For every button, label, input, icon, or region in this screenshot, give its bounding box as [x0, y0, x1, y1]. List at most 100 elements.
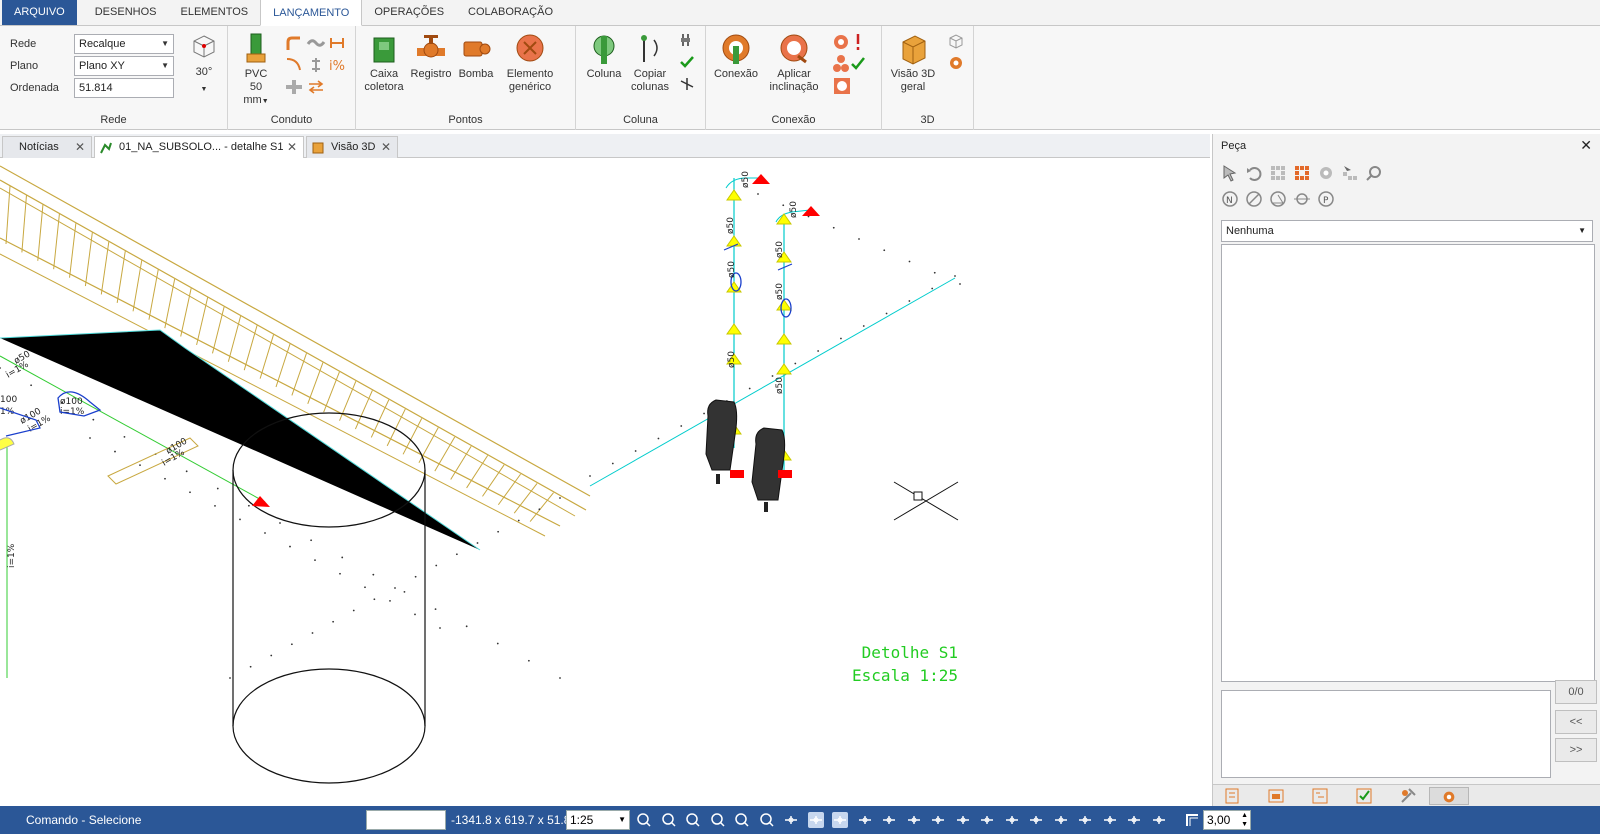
zoom-in-icon[interactable]: [685, 812, 701, 828]
pipe-split-icon[interactable]: [328, 34, 348, 52]
zoom-piece-icon[interactable]: [1365, 164, 1383, 182]
next-button[interactable]: >>: [1555, 738, 1597, 762]
connect-n-icon[interactable]: N: [1221, 190, 1239, 208]
snap-extend-icon[interactable]: [1126, 812, 1142, 828]
connect-off-icon[interactable]: [1245, 190, 1263, 208]
visao-3d-geral-button[interactable]: Visão 3D geral: [888, 32, 938, 94]
zoom-extents-icon[interactable]: [661, 812, 677, 828]
doc-tab-detalhe[interactable]: 01_NA_SUBSOLO... - detalhe S1 ✕: [94, 136, 304, 158]
bomba-button[interactable]: Bomba: [456, 32, 496, 81]
swap-direction-icon[interactable]: [306, 78, 326, 96]
tab-lancamento[interactable]: LANÇAMENTO: [260, 0, 363, 26]
snap-end-icon[interactable]: [979, 812, 995, 828]
snap-node-icon[interactable]: [1151, 812, 1167, 828]
tab-elementos[interactable]: ELEMENTOS: [168, 0, 260, 25]
bomba-label: Bomba: [458, 68, 494, 80]
snap-midpoint-icon[interactable]: [955, 812, 971, 828]
plano-select[interactable]: Plano XY ▼: [74, 56, 174, 76]
elemento-generico-button[interactable]: Elemento genérico: [502, 32, 558, 94]
wireframe-cube-icon[interactable]: [946, 32, 966, 50]
connect-p-icon[interactable]: P: [1317, 190, 1335, 208]
zoom-all-icon[interactable]: [759, 812, 775, 828]
doc-tab-visao-3d[interactable]: Visão 3D ✕: [306, 136, 398, 158]
line-width-input[interactable]: 3,00 ▲ ▼: [1203, 810, 1251, 830]
snap-magnet-icon[interactable]: [832, 812, 848, 828]
piece-list[interactable]: [1221, 244, 1595, 682]
guide-dot: [496, 642, 499, 645]
snap-vertical-icon[interactable]: [1004, 812, 1020, 828]
pipe-flex-icon[interactable]: [306, 34, 326, 52]
zoom-previous-icon[interactable]: [734, 812, 750, 828]
piece-description[interactable]: [1221, 690, 1551, 778]
connect-angle-icon[interactable]: [1269, 190, 1287, 208]
grid-dots-icon[interactable]: [1269, 164, 1287, 182]
piece-select[interactable]: Nenhuma ▼: [1221, 220, 1593, 242]
pipe-curve-icon[interactable]: [284, 34, 304, 52]
snap-tangent-icon[interactable]: [1053, 812, 1069, 828]
prev-button[interactable]: <<: [1555, 710, 1597, 734]
snap-parallel-icon[interactable]: [1102, 812, 1118, 828]
tools-icon[interactable]: [1399, 787, 1417, 805]
angle-button[interactable]: 30° ▼: [186, 32, 222, 96]
pvc-button[interactable]: PVC 50 mm▼: [236, 32, 276, 108]
connection-check-icon[interactable]: [832, 54, 868, 74]
command-input[interactable]: [366, 810, 446, 830]
pipe-vertical-icon[interactable]: [306, 56, 326, 74]
piece-tab-active[interactable]: [1429, 787, 1469, 805]
snap-intersect-icon[interactable]: [1077, 812, 1093, 828]
tree-icon[interactable]: [1223, 787, 1241, 805]
ordenada-input[interactable]: 51.814: [74, 78, 174, 98]
pan-icon[interactable]: [783, 812, 799, 828]
close-icon[interactable]: ✕: [381, 137, 391, 157]
settings-gear-icon[interactable]: [946, 54, 966, 72]
close-icon[interactable]: ✕: [75, 137, 85, 157]
spinner-icon[interactable]: ▲ ▼: [1241, 811, 1248, 829]
copiar-colunas-button[interactable]: Copiar colunas: [628, 32, 672, 94]
rede-select[interactable]: Recalque ▼: [74, 34, 174, 54]
registro-button[interactable]: Registro: [408, 32, 454, 81]
slope-percent-icon[interactable]: i%: [328, 56, 348, 74]
select-arrow-icon[interactable]: [1221, 164, 1239, 182]
zoom-window-icon[interactable]: [636, 812, 652, 828]
drawing-canvas[interactable]: ø50 i=1% ø100 i=1% ø100 i=1% 100 1% ø100…: [0, 158, 1210, 806]
ortho-mode-icon[interactable]: [807, 812, 824, 828]
caixa-coletora-button[interactable]: Caixa coletora: [362, 32, 406, 94]
connection-remove-icon[interactable]: [832, 32, 868, 52]
doc-tab-noticias[interactable]: Notícias ✕: [2, 136, 92, 158]
aplicar-inclinacao-button[interactable]: Aplicar inclinação: [768, 32, 820, 94]
snap-center-icon[interactable]: [881, 812, 897, 828]
zoom-out-icon[interactable]: [710, 812, 726, 828]
guide-dot: [339, 572, 341, 575]
gear-icon[interactable]: [1317, 164, 1335, 182]
tab-operacoes[interactable]: OPERAÇÕES: [362, 0, 456, 25]
line-width-icon[interactable]: [1184, 812, 1200, 828]
grid-dots-active-icon[interactable]: [1293, 164, 1311, 182]
column-diam-label: ø50: [726, 217, 736, 234]
close-icon[interactable]: ✕: [287, 137, 297, 157]
check-icon[interactable]: [678, 54, 696, 70]
hierarchy-icon[interactable]: [1311, 787, 1329, 805]
conexao-button[interactable]: Conexão: [712, 32, 760, 81]
pipe-tee-icon[interactable]: [284, 78, 304, 96]
snap-line-icon[interactable]: [930, 812, 946, 828]
tab-arquivo[interactable]: ARQUIVO: [2, 0, 77, 25]
grid-select-icon[interactable]: [1341, 164, 1359, 182]
scale-select[interactable]: 1:25 ▼: [566, 810, 630, 830]
close-icon[interactable]: ✕: [1580, 137, 1592, 154]
guide-dot: [314, 559, 316, 562]
column-tool-icon[interactable]: [678, 32, 696, 48]
isometric-drawing[interactable]: ø50 i=1% ø100 i=1% ø100 i=1% 100 1% ø100…: [0, 158, 1210, 806]
snap-settings-icon[interactable]: [857, 812, 873, 828]
connect-arrow-icon[interactable]: [1293, 190, 1311, 208]
checklist-icon[interactable]: [1355, 787, 1373, 805]
connection-fit-icon[interactable]: [832, 76, 852, 96]
window-icon[interactable]: [1267, 787, 1285, 805]
tab-colaboracao[interactable]: COLABORAÇÃO: [456, 0, 565, 25]
snap-point-icon[interactable]: [906, 812, 922, 828]
coluna-button[interactable]: Coluna: [584, 32, 624, 81]
pipe-elbow-icon[interactable]: [284, 56, 304, 74]
column-split-icon[interactable]: [678, 76, 696, 92]
tab-desenhos[interactable]: DESENHOS: [83, 0, 169, 25]
snap-perpendicular-icon[interactable]: [1028, 812, 1044, 828]
undo-icon[interactable]: [1245, 164, 1263, 182]
